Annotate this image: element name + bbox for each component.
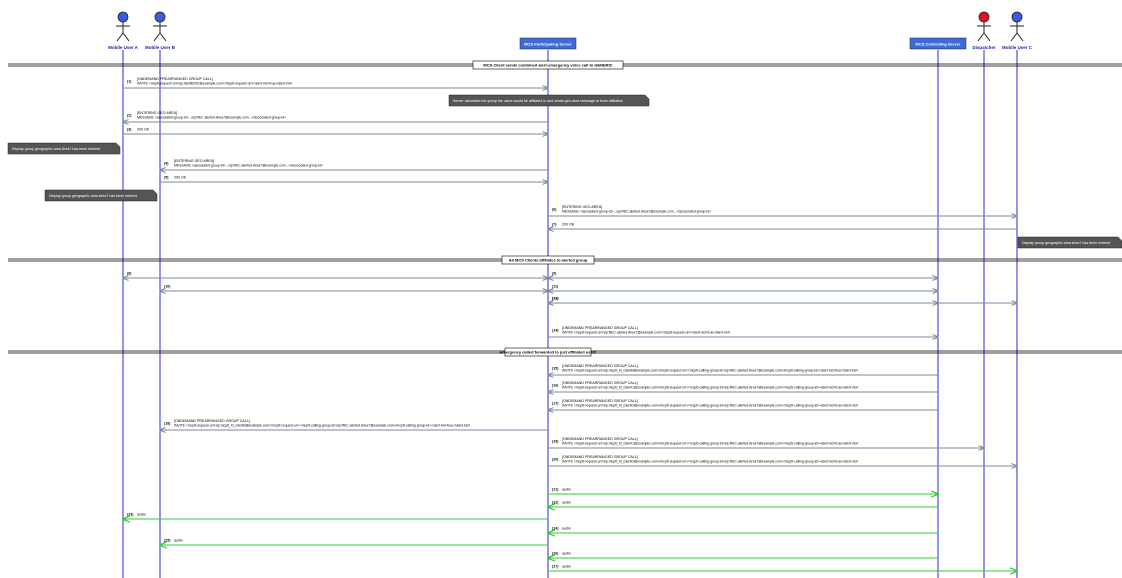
message-detail: INVITE <mcptt-request-uri>sip:mcptt_id_c… <box>174 423 470 427</box>
actor-leg-right <box>122 32 130 42</box>
message-label: 200 OK <box>562 223 575 227</box>
actor-head <box>978 11 990 23</box>
dispatcher-label: Dispatcher <box>972 45 996 50</box>
message-label: audio <box>562 552 571 556</box>
message-label: audio <box>562 527 571 531</box>
message-label: [ENTERING GEO AREA] <box>137 111 177 115</box>
divider-title: MCS Client sends combined alert-emergenc… <box>483 63 612 68</box>
mobile-user-c-label: Mobile User C <box>1002 45 1033 50</box>
mobile-user-a-icon <box>116 11 130 42</box>
actor-head <box>117 11 129 23</box>
message-label: [ONDEMAND PREARRANGED GROUP CALL] <box>562 381 638 385</box>
dispatcher-icon <box>977 11 991 42</box>
message-label: 200 OK <box>174 176 187 180</box>
message-number: (27) <box>552 565 559 569</box>
message-number: (17) <box>552 402 559 406</box>
actor-leg-right <box>1016 32 1024 42</box>
actor-leg-left <box>153 32 161 42</box>
message-label: 200 OK <box>137 128 150 132</box>
note-text: Display group geographic area Area7 has … <box>49 194 137 198</box>
actor-leg-left <box>1010 32 1018 42</box>
participating-server-label: MCS Participating Server <box>524 42 572 47</box>
message-detail: INVITE <mcptt-request-uri>sip:mcptt_id_c… <box>562 385 859 389</box>
message-detail: INVITE <mcptt-request-uri>sip:REC.alerte… <box>562 330 731 334</box>
message-number: (22) <box>552 501 559 505</box>
message-number: (2) <box>127 114 132 118</box>
message-label: [ENTERING GEO AREA] <box>562 205 602 209</box>
message-label: [ONDEMAND PREARRANGED GROUP CALL] <box>174 419 250 423</box>
message-label: [ONDEMAND PREARRANGED GROUP CALL] <box>562 455 638 459</box>
message-label: [ONDEMAND PREARRANGED GROUP CALL] <box>562 437 638 441</box>
actor-head <box>154 11 166 23</box>
message-number: (18) <box>164 422 171 426</box>
message-label: [ONDEMAND PREARRANGED GROUP CALL] <box>562 326 638 330</box>
message-number: (21) <box>552 488 559 492</box>
message-number: (9) <box>552 272 557 276</box>
message-label: audio <box>562 565 571 569</box>
message-detail: INVITE <mcptt-request-uri>sip:mcptt_id_c… <box>562 459 859 463</box>
message-detail: INVITE <mcptt-request-uri>sip:mcptt_id_c… <box>562 368 858 372</box>
message-number: (23) <box>127 513 134 517</box>
message-number: (13) <box>552 297 559 301</box>
message-number: (20) <box>552 458 559 462</box>
message-number: (25) <box>164 539 171 543</box>
note-text: Display group geographic area Area7 has … <box>12 147 100 151</box>
message-label: [ENTERING GEO AREA] <box>174 159 214 163</box>
mobile-user-b-icon <box>153 11 167 42</box>
message-detail: INVITE <mcptt-request-uri>sip:mcptt_id_c… <box>562 403 859 407</box>
actor-leg-right <box>983 32 991 42</box>
message-number: (19) <box>552 440 559 444</box>
actor-leg-left <box>977 32 985 42</box>
message-number: (7) <box>552 223 557 227</box>
mobile-user-a-label: Mobile User A <box>108 45 139 50</box>
message-detail: MESSAGE <associated-group-id>...sip:REC.… <box>137 115 286 119</box>
message-detail: MESSAGE <associated-group-id>...sip:REC.… <box>562 209 711 213</box>
message-label: audio <box>562 501 571 505</box>
message-label: [ONDEMAND PREARRANGED GROUP CALL] <box>562 364 638 368</box>
divider-title: All MCS Clients affiliates to alerted gr… <box>509 258 588 263</box>
actor-leg-left <box>116 32 124 42</box>
message-label: [ONDEMAND PREARRANGED GROUP CALL] <box>562 399 638 403</box>
message-number: (24) <box>552 527 559 531</box>
message-number: (11) <box>552 285 559 289</box>
message-label: audio <box>174 539 183 543</box>
message-number: (1) <box>127 80 132 84</box>
message-number: (8) <box>127 272 132 276</box>
mobile-user-b-label: Mobile User B <box>145 45 176 50</box>
message-number: (14) <box>552 329 559 333</box>
message-detail: INVITE <mcptt-request-uri>sip:GENERIC@ex… <box>137 81 293 85</box>
message-number: (4) <box>164 162 169 166</box>
note-text: Server calculates the group the users wo… <box>453 99 623 103</box>
message-number: (3) <box>127 128 132 132</box>
message-label: audio <box>137 513 146 517</box>
message-number: (15) <box>552 367 559 371</box>
controlling-server-label: MCS Controlling Server <box>916 42 961 47</box>
message-label: [ONDEMAND PREARRANGED GROUP CALL] <box>137 77 213 81</box>
sequence-diagram: Mobile User A Mobile User B Dispatcher Mobi… <box>7 11 1122 578</box>
message-number: (26) <box>552 552 559 556</box>
message-number: (16) <box>552 384 559 388</box>
mobile-user-c-icon <box>1010 11 1024 42</box>
message-number: (5) <box>164 176 169 180</box>
divider-title: Emergency called forwarded to just affil… <box>500 350 598 355</box>
actor-head <box>1011 11 1023 23</box>
message-detail: INVITE <mcptt-request-uri>sip:mcptt_id_c… <box>562 441 859 445</box>
message-label: audio <box>562 488 571 492</box>
message-number: (10) <box>164 285 171 289</box>
message-detail: MESSAGE <associated-group-id>...sip:REC.… <box>174 163 323 167</box>
actor-leg-right <box>159 32 167 42</box>
message-number: (6) <box>552 208 557 212</box>
note-text: Display group geographic area Area7 has … <box>1022 241 1110 245</box>
